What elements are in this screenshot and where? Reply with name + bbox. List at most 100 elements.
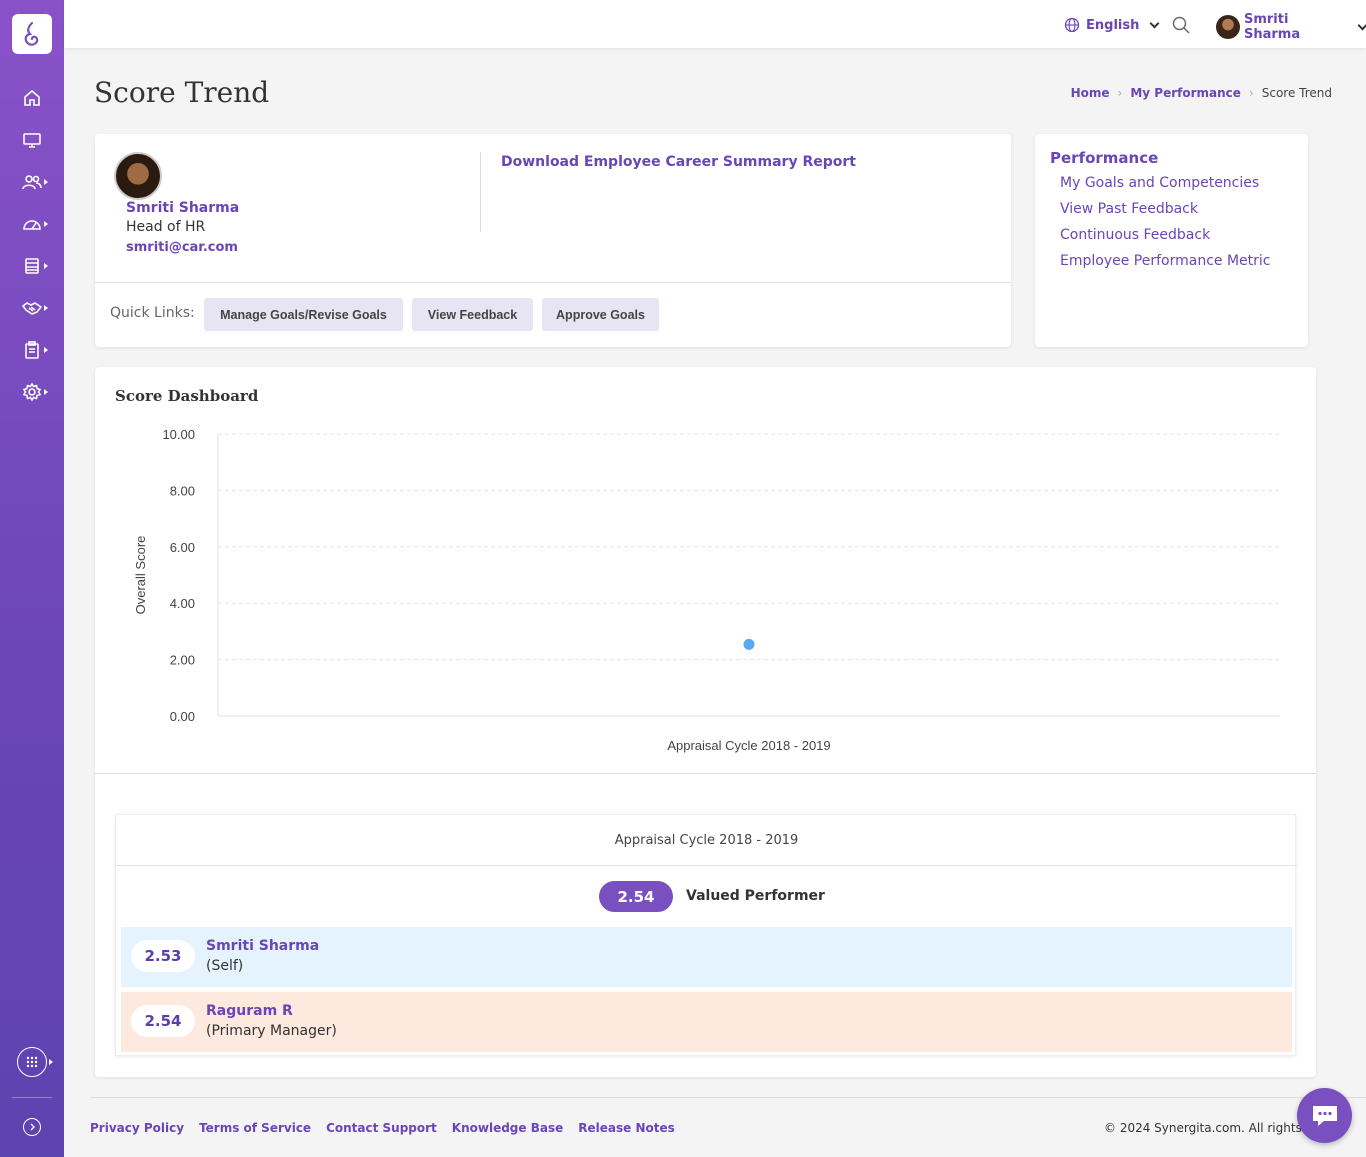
overall-rating-label: Valued Performer (686, 888, 825, 904)
profile-card: Smriti Sharma Head of HR smriti@car.com … (95, 134, 1011, 347)
nav-home[interactable] (0, 80, 64, 116)
my-goals-link[interactable]: My Goals and Competencies (1060, 175, 1259, 191)
performance-menu-card: Performance My Goals and Competencies Vi… (1035, 134, 1308, 347)
topbar: English Smriti Sharma (64, 0, 1366, 48)
score-dashboard-card: Score Dashboard 0.00 2.00 4.00 6.00 8.00 10.0… (95, 367, 1316, 1077)
rater-name[interactable]: Raguram R (206, 1003, 293, 1019)
footer-divider (90, 1097, 1366, 1098)
caret-right-icon (44, 263, 48, 269)
score-chart: 0.00 2.00 4.00 6.00 8.00 10.00 Overall Score Ap… (133, 427, 1280, 753)
contact-support-link[interactable]: Contact Support (326, 1121, 437, 1135)
nav-performance[interactable] (0, 206, 64, 242)
profile-name[interactable]: Smriti Sharma (126, 200, 239, 216)
nav-people[interactable] (0, 164, 64, 200)
chat-button[interactable] (1297, 1088, 1352, 1143)
profile-email[interactable]: smriti@car.com (126, 240, 238, 255)
nav-dashboard[interactable] (0, 122, 64, 158)
quick-links-label: Quick Links: (110, 305, 195, 321)
rater-role: (Self) (206, 958, 244, 974)
breadcrumb-home[interactable]: Home (1071, 86, 1110, 100)
caret-right-icon (44, 305, 48, 311)
x-tick-label: Appraisal Cycle 2018 - 2019 (667, 738, 830, 753)
nav-reports[interactable] (0, 248, 64, 284)
rater-name[interactable]: Smriti Sharma (206, 938, 319, 954)
database-icon (25, 258, 39, 274)
breadcrumb: Home › My Performance › Score Trend (1071, 86, 1332, 100)
knowledge-base-link[interactable]: Knowledge Base (452, 1121, 563, 1135)
rater-score-badge: 2.53 (131, 940, 195, 972)
cycle-title: Appraisal Cycle 2018 - 2019 (614, 833, 799, 848)
globe-icon (1064, 17, 1080, 33)
chat-icon (1312, 1105, 1337, 1126)
user-menu[interactable]: Smriti Sharma (1216, 12, 1366, 42)
app-logo[interactable] (12, 14, 52, 54)
privacy-policy-link[interactable]: Privacy Policy (90, 1121, 184, 1135)
y-tick-label: 0.00 (170, 709, 195, 724)
breadcrumb-separator-icon: › (1248, 86, 1254, 100)
sidebar-divider (12, 1097, 52, 1098)
caret-right-icon (44, 347, 48, 353)
caret-right-icon (44, 389, 48, 395)
nav-settings[interactable] (0, 374, 64, 410)
page-title: Score Trend (94, 76, 270, 109)
copyright-text: © 2024 Synergita.com. All rights res (1104, 1121, 1304, 1135)
caret-right-icon (44, 221, 48, 227)
grid-icon (26, 1056, 38, 1068)
rater-score-badge: 2.54 (131, 1005, 195, 1037)
apps-grid-button[interactable] (17, 1047, 47, 1077)
breadcrumb-current: Score Trend (1261, 86, 1332, 100)
search-icon[interactable] (1172, 16, 1190, 34)
gauge-icon (23, 220, 41, 230)
breadcrumb-separator-icon: › (1117, 86, 1123, 100)
clipboard-icon (25, 341, 39, 359)
overall-score-badge: 2.54 (599, 881, 673, 912)
divider (95, 282, 1011, 283)
sidebar (0, 0, 64, 1157)
nav-tasks[interactable] (0, 332, 64, 368)
rater-row-manager: 2.54 Raguram R (Primary Manager) (121, 992, 1292, 1052)
divider (116, 865, 1297, 866)
y-tick-label: 10.00 (162, 427, 195, 442)
caret-right-icon (49, 1059, 53, 1065)
cycle-summary: Appraisal Cycle 2018 - 2019 2.54 Valued … (115, 814, 1297, 1056)
home-icon (24, 89, 40, 106)
language-selector[interactable]: English (1064, 17, 1160, 33)
rater-role: (Primary Manager) (206, 1023, 337, 1039)
profile-role: Head of HR (126, 219, 206, 235)
breadcrumb-my-performance[interactable]: My Performance (1130, 86, 1241, 100)
expand-sidebar-button[interactable] (23, 1118, 41, 1136)
y-tick-label: 6.00 (170, 540, 195, 555)
y-axis-label: Overall Score (133, 536, 148, 615)
rater-row-self: 2.53 Smriti Sharma (Self) (121, 927, 1292, 987)
footer-links: Privacy Policy Terms of Service Contact … (90, 1121, 675, 1135)
approve-goals-button[interactable]: Approve Goals (542, 298, 659, 331)
avatar (114, 152, 162, 200)
y-tick-label: 2.00 (170, 653, 195, 668)
dashboard-title: Score Dashboard (115, 387, 259, 405)
user-name: Smriti Sharma (1243, 12, 1301, 42)
chevron-right-icon (30, 1123, 35, 1131)
manage-goals-button[interactable]: Manage Goals/Revise Goals (204, 298, 403, 331)
users-icon (22, 175, 42, 190)
divider (480, 152, 481, 232)
handshake-icon (22, 302, 42, 315)
continuous-feedback-link[interactable]: Continuous Feedback (1060, 227, 1210, 243)
caret-right-icon (44, 179, 48, 185)
terms-of-service-link[interactable]: Terms of Service (199, 1121, 311, 1135)
view-past-feedback-link[interactable]: View Past Feedback (1060, 201, 1198, 217)
chevron-down-icon (1357, 20, 1366, 30)
performance-metric-link[interactable]: Employee Performance Metric (1060, 253, 1270, 269)
download-report-link[interactable]: Download Employee Career Summary Report (501, 154, 856, 170)
nav-engagement[interactable] (0, 290, 64, 326)
y-tick-label: 4.00 (170, 596, 195, 611)
language-label: English (1086, 17, 1140, 33)
logo-icon (24, 21, 39, 46)
avatar (1216, 15, 1240, 39)
chevron-down-icon (1149, 18, 1160, 28)
monitor-icon (23, 133, 41, 148)
gear-icon (22, 382, 42, 402)
performance-menu-title: Performance (1050, 149, 1159, 167)
y-tick-label: 8.00 (170, 483, 195, 498)
release-notes-link[interactable]: Release Notes (578, 1121, 675, 1135)
view-feedback-button[interactable]: View Feedback (412, 298, 533, 331)
